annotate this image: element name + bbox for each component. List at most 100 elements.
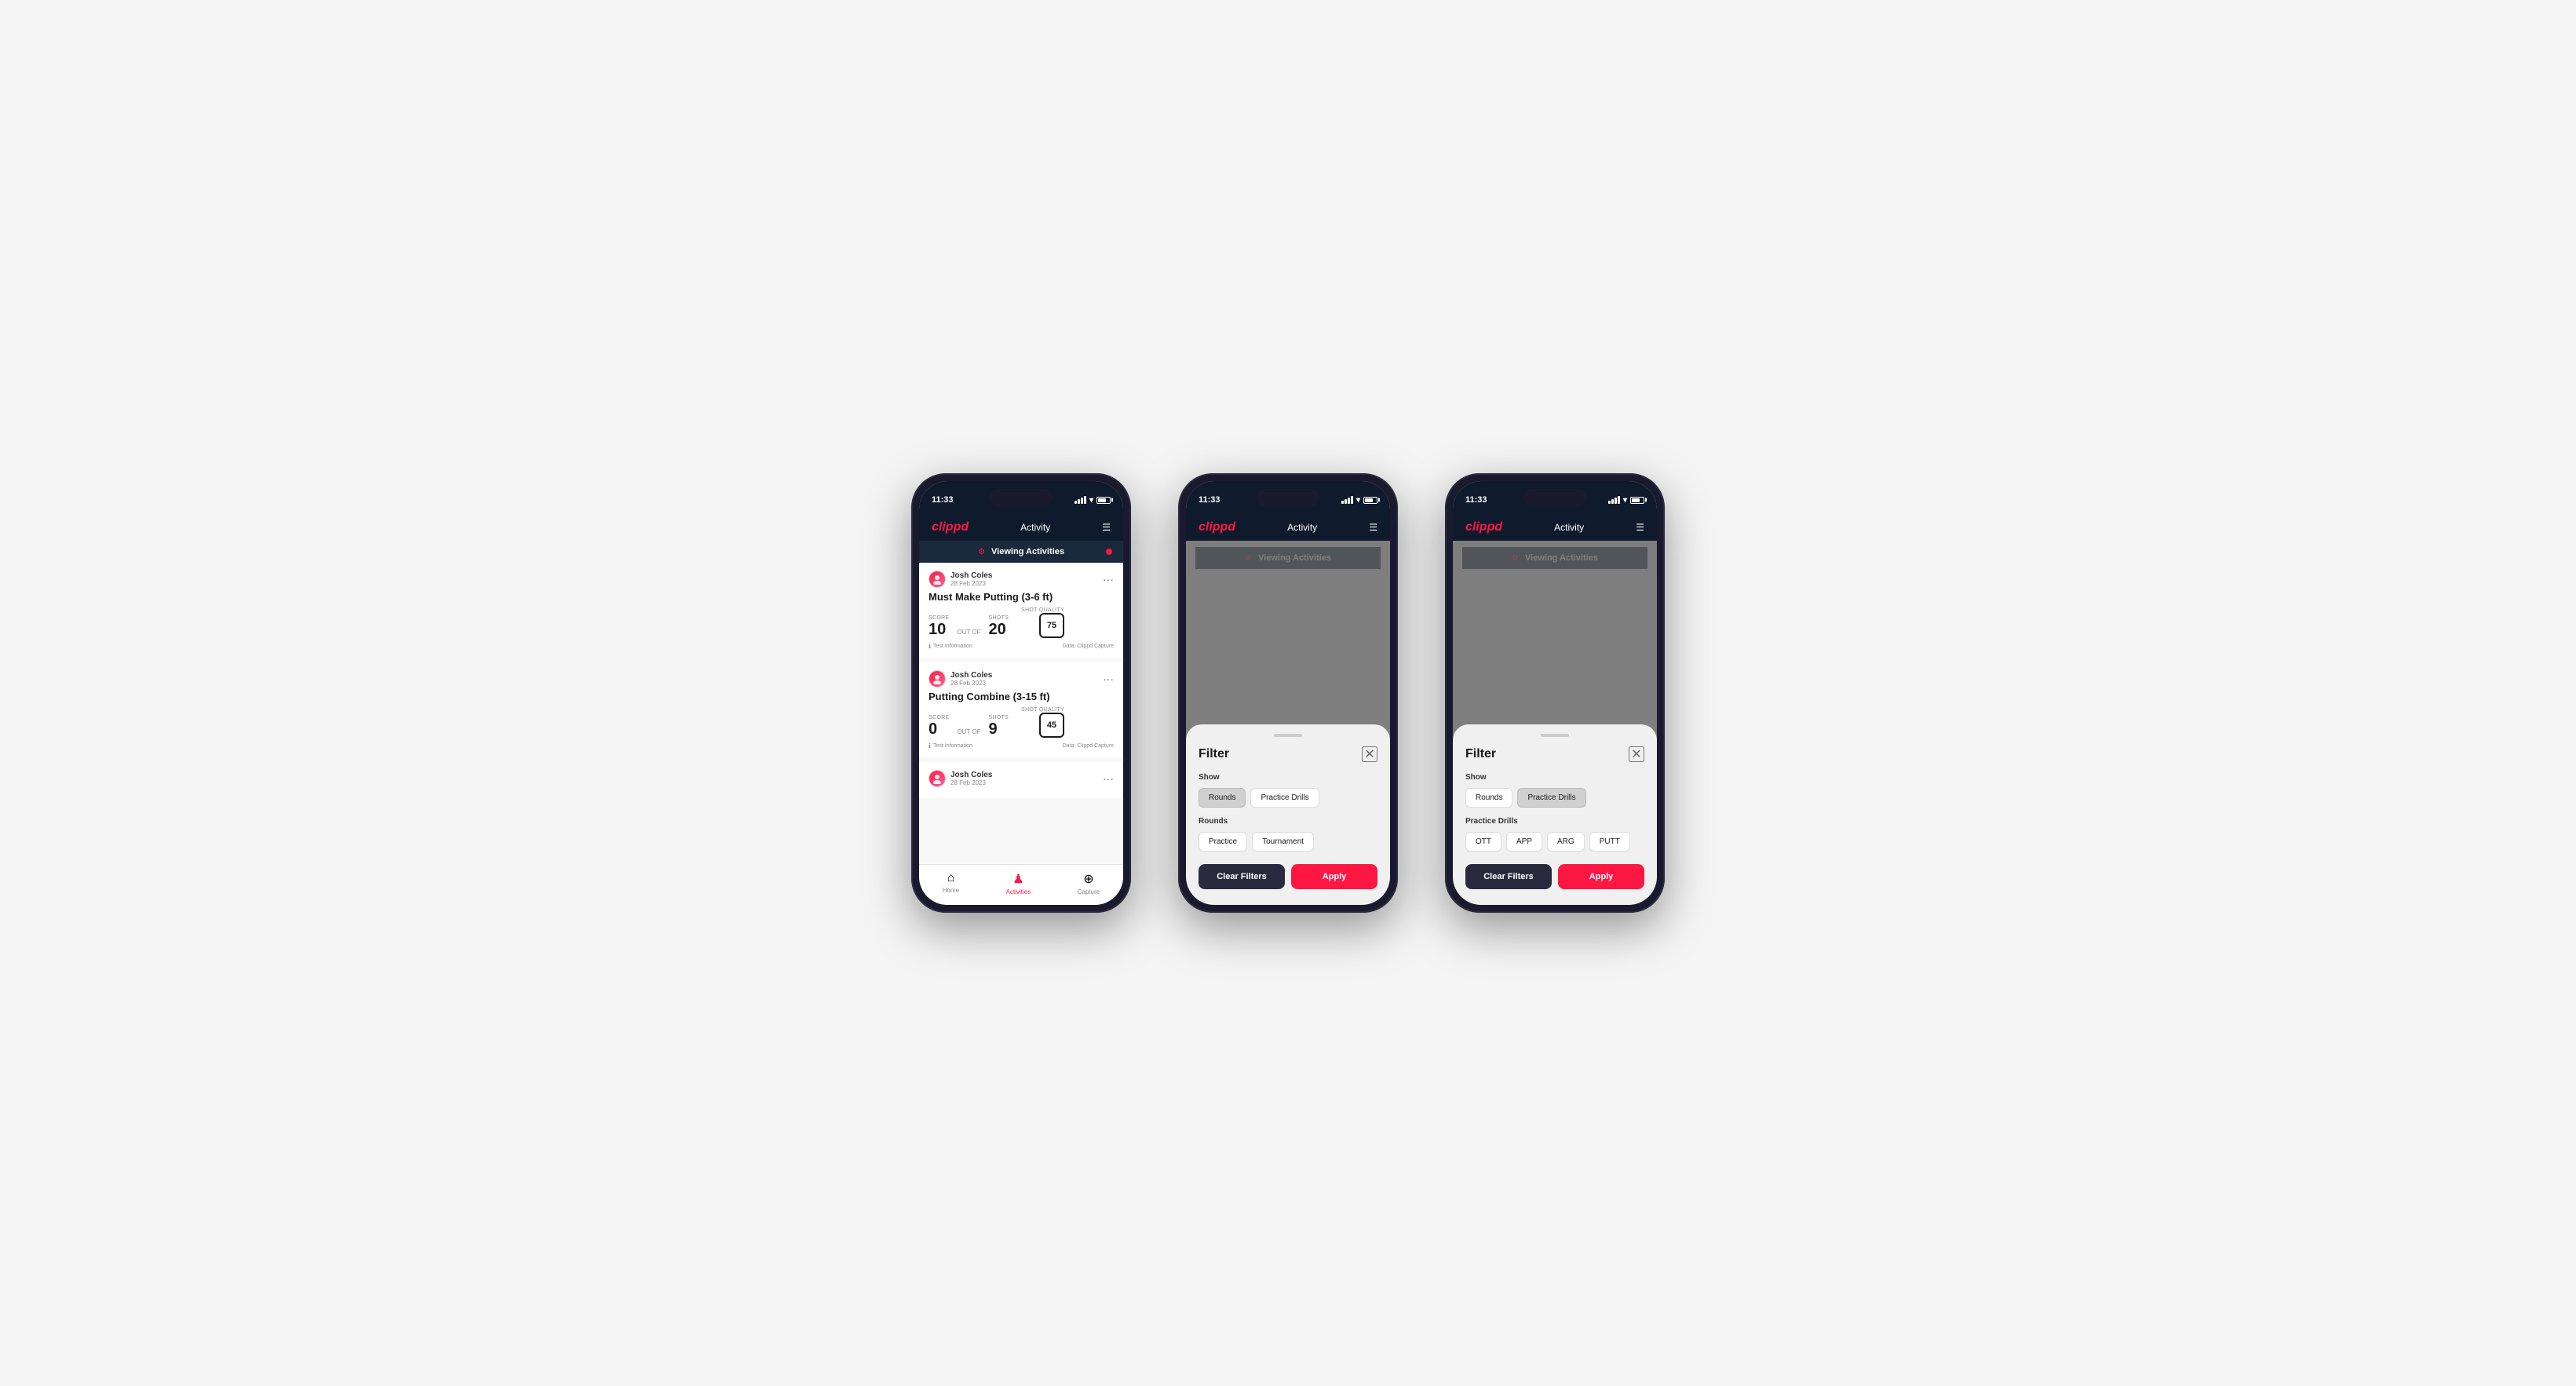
home-icon: ⌂ <box>947 871 955 885</box>
menu-icon-1[interactable]: ☰ <box>1102 522 1111 533</box>
sheet-handle-2 <box>1274 734 1302 737</box>
user-name-3: Josh Coles <box>950 771 992 779</box>
viewing-bar-1[interactable]: ⚙ Viewing Activities <box>919 541 1123 563</box>
shots-value-1: 20 <box>988 621 1009 638</box>
practice-drills-section-label-3: Practice Drills <box>1465 817 1644 826</box>
activity-header-3: Josh Coles 28 Feb 2023 ··· <box>929 770 1114 787</box>
out-of-1: OUT OF <box>957 629 980 636</box>
activity-item-2[interactable]: Josh Coles 28 Feb 2023 ··· Putting Combi… <box>919 662 1123 757</box>
nav-bar-3: clippd Activity ☰ <box>1453 514 1657 541</box>
activity-list-1: Josh Coles 28 Feb 2023 ··· Must Make Put… <box>919 563 1123 864</box>
phone-3: 11:33 ▾ clippd Activity <box>1445 473 1665 913</box>
avatar-1 <box>929 571 946 588</box>
activities-icon: ♟ <box>1013 871 1023 887</box>
nav-capture-1[interactable]: ⊕ Capture <box>1078 871 1100 895</box>
nav-title-3: Activity <box>1554 522 1584 533</box>
apply-btn-3[interactable]: Apply <box>1558 864 1644 889</box>
nav-home-1[interactable]: ⌂ Home <box>943 871 959 895</box>
viewing-bar-wrapper-1: ⚙ Viewing Activities <box>919 541 1123 563</box>
filter-sheet-2: Filter ✕ Show Rounds Practice Drills Rou… <box>1186 724 1390 905</box>
show-pills-3: Rounds Practice Drills <box>1465 788 1644 808</box>
status-icons-2: ▾ <box>1341 496 1377 505</box>
viewing-bar-text-1: Viewing Activities <box>991 547 1064 556</box>
filter-close-btn-3[interactable]: ✕ <box>1629 746 1644 762</box>
filter-close-btn-2[interactable]: ✕ <box>1362 746 1377 762</box>
filter-actions-2: Clear Filters Apply <box>1199 864 1377 889</box>
practice-drills-pill-2[interactable]: Practice Drills <box>1250 788 1319 808</box>
data-source-1: Data: Clippd Capture <box>1063 644 1114 649</box>
dynamic-island <box>990 489 1053 506</box>
tournament-pill-2[interactable]: Tournament <box>1252 832 1314 852</box>
more-btn-2[interactable]: ··· <box>1103 673 1114 685</box>
wifi-icon: ▾ <box>1089 496 1093 505</box>
phones-container: 11:33 ▾ clippd Activity <box>911 473 1665 913</box>
filter-modal-2: Filter ✕ Show Rounds Practice Drills Rou… <box>1186 541 1390 905</box>
practice-drills-pills-3: OTT APP ARG PUTT <box>1465 832 1644 852</box>
app-logo-3: clippd <box>1465 520 1502 534</box>
wifi-icon-3: ▾ <box>1623 496 1627 505</box>
practice-pill-2[interactable]: Practice <box>1199 832 1247 852</box>
data-source-2: Data: Clippd Capture <box>1063 743 1114 749</box>
user-date-3: 28 Feb 2023 <box>950 779 992 786</box>
wifi-icon-2: ▾ <box>1356 496 1360 505</box>
clear-filters-btn-3[interactable]: Clear Filters <box>1465 864 1552 889</box>
signal-icon-2 <box>1341 496 1353 504</box>
user-info-1: Josh Coles 28 Feb 2023 <box>929 571 992 588</box>
activity-item-3[interactable]: Josh Coles 28 Feb 2023 ··· <box>919 762 1123 798</box>
activity-header-1: Josh Coles 28 Feb 2023 ··· <box>929 571 1114 588</box>
status-time-3: 11:33 <box>1465 495 1487 505</box>
rounds-pill-2[interactable]: Rounds <box>1199 788 1246 808</box>
activity-footer-1: ℹ Test Information Data: Clippd Capture <box>929 643 1114 650</box>
apply-btn-2[interactable]: Apply <box>1291 864 1377 889</box>
shots-value-2: 9 <box>988 720 1009 738</box>
phone-2: 11:33 ▾ clippd Activity <box>1178 473 1398 913</box>
activity-item-1[interactable]: Josh Coles 28 Feb 2023 ··· Must Make Put… <box>919 563 1123 658</box>
out-of-2: OUT OF <box>957 728 980 735</box>
status-icons-3: ▾ <box>1608 496 1644 505</box>
menu-icon-3[interactable]: ☰ <box>1636 522 1644 533</box>
signal-icon <box>1075 496 1086 504</box>
clear-filters-btn-2[interactable]: Clear Filters <box>1199 864 1285 889</box>
user-info-3: Josh Coles 28 Feb 2023 <box>929 770 992 787</box>
nav-activities-1[interactable]: ♟ Activities <box>1006 871 1031 895</box>
notification-dot-1 <box>1106 549 1112 555</box>
show-label-3: Show <box>1465 773 1644 782</box>
score-value-2: 0 <box>929 720 949 738</box>
app-logo-2: clippd <box>1199 520 1235 534</box>
capture-icon: ⊕ <box>1083 871 1093 887</box>
sheet-handle-3 <box>1541 734 1569 737</box>
status-time-2: 11:33 <box>1199 495 1220 505</box>
activity-header-2: Josh Coles 28 Feb 2023 ··· <box>929 670 1114 688</box>
activity-stats-1: Score 10 OUT OF Shots 20 Shot Quality 75 <box>929 607 1114 638</box>
sq-badge-2: 45 <box>1039 713 1064 738</box>
app-pill-3[interactable]: APP <box>1506 832 1542 852</box>
battery-icon <box>1096 497 1111 504</box>
more-btn-1[interactable]: ··· <box>1103 573 1114 585</box>
arg-pill-3[interactable]: ARG <box>1547 832 1585 852</box>
show-pills-2: Rounds Practice Drills <box>1199 788 1377 808</box>
bottom-nav-1: ⌂ Home ♟ Activities ⊕ Capture <box>919 864 1123 905</box>
avatar-3 <box>929 770 946 787</box>
rounds-pills-2: Practice Tournament <box>1199 832 1377 852</box>
menu-icon-2[interactable]: ☰ <box>1369 522 1377 533</box>
activity-footer-2: ℹ Test Information Data: Clippd Capture <box>929 742 1114 750</box>
filter-modal-3: Filter ✕ Show Rounds Practice Drills Pra… <box>1453 541 1657 905</box>
rounds-pill-3[interactable]: Rounds <box>1465 788 1512 808</box>
putt-pill-3[interactable]: PUTT <box>1589 832 1630 852</box>
filter-header-3: Filter ✕ <box>1465 746 1644 762</box>
score-value-1: 10 <box>929 621 949 638</box>
activity-title-1: Must Make Putting (3-6 ft) <box>929 591 1114 603</box>
nav-title-2: Activity <box>1287 522 1317 533</box>
sq-label-1: Shot Quality <box>1021 607 1064 613</box>
dynamic-island-3 <box>1523 489 1586 506</box>
more-btn-3[interactable]: ··· <box>1103 772 1114 785</box>
ott-pill-3[interactable]: OTT <box>1465 832 1501 852</box>
score-label-2: Score <box>929 715 949 720</box>
avatar-2 <box>929 670 946 688</box>
nav-bar-1: clippd Activity ☰ <box>919 514 1123 541</box>
nav-bar-2: clippd Activity ☰ <box>1186 514 1390 541</box>
nav-title-1: Activity <box>1020 522 1050 533</box>
activity-stats-2: Score 0 OUT OF Shots 9 Shot Quality 45 <box>929 707 1114 738</box>
practice-drills-pill-3[interactable]: Practice Drills <box>1517 788 1585 808</box>
filter-title-2: Filter <box>1199 747 1229 761</box>
